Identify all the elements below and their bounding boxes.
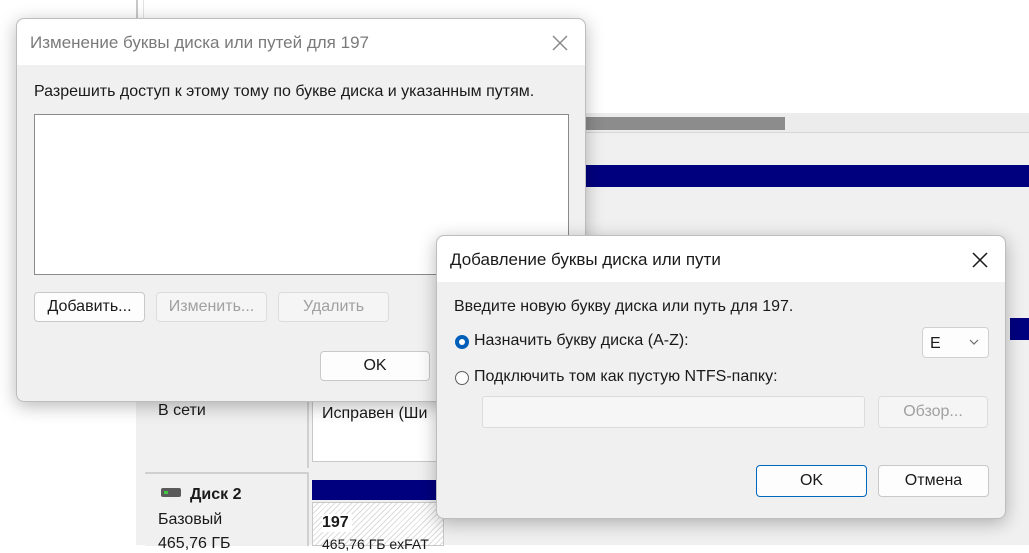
dialog-title: Добавление буквы диска или пути [450,250,721,269]
dialog-titlebar: Добавление буквы диска или пути [437,236,1005,282]
mount-folder-radio[interactable] [455,371,469,385]
dialog-description: Разрешить доступ к этому тому по букве д… [34,83,535,100]
dialog-title: Изменение буквы диска или путей для 197 [30,33,369,52]
disk2-type: Базовый [158,511,223,528]
mount-folder-label[interactable]: Подключить том как пустую NTFS-папку: [474,368,778,386]
partition-info: 465,76 ГБ exFAT [322,536,429,552]
drive-letter-select[interactable]: E [922,327,989,358]
dialog-prompt: Введите новую букву диска или путь для 1… [454,298,794,315]
drive-letter-value: E [930,335,941,352]
chevron-down-icon [969,339,979,345]
ok-button[interactable]: OK [320,351,430,381]
browse-button[interactable]: Обзор... [878,396,988,428]
dialog-titlebar: Изменение буквы диска или путей для 197 [17,19,585,65]
horizontal-scrollbar-thumb[interactable] [585,117,785,130]
partition-label: 197 [322,514,352,532]
add-drive-letter-dialog: Добавление буквы диска или пути Введите … [436,235,1006,519]
disk2-size: 465,76 ГБ [158,535,231,552]
partition-status: Исправен (Ши [322,405,428,422]
close-icon[interactable] [546,29,574,57]
partition-bar-right [1010,318,1029,340]
cancel-button[interactable]: Отмена [878,465,989,497]
disk-icon [161,488,181,497]
delete-button[interactable]: Удалить [278,292,389,322]
assign-letter-label[interactable]: Назначить букву диска (A-Z): [474,332,689,350]
add-button[interactable]: Добавить... [34,292,145,322]
assign-letter-radio[interactable] [455,335,469,349]
ok-button[interactable]: OK [756,465,867,497]
disk2-name: Диск 2 [190,486,242,503]
disk-status-online: В сети [158,402,206,419]
close-icon[interactable] [966,246,994,274]
folder-path-input[interactable] [482,396,865,428]
partition-bar-top [585,165,1029,187]
change-button[interactable]: Изменить... [156,292,267,322]
partition-bar-disk2 [312,480,442,500]
